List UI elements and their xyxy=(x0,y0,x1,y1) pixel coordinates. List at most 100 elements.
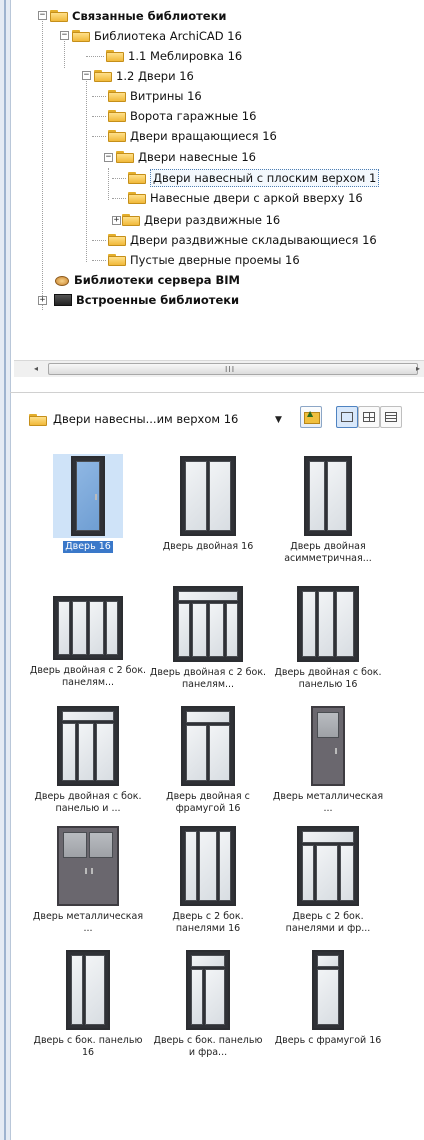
tree-line xyxy=(92,260,106,261)
large-icons-icon xyxy=(341,412,353,422)
thumbnail-selection xyxy=(293,704,363,788)
tree-item-furniture[interactable]: 1.1 Меблировка 16 xyxy=(106,46,242,66)
tree-item-empty-openings[interactable]: Пустые дверные проемы 16 xyxy=(108,250,300,270)
grid-item[interactable]: Дверь двойная с 2 бок. панелям... xyxy=(148,584,268,691)
thumbnail-selection xyxy=(173,948,243,1032)
folder-select[interactable]: Двери навесны...им верхом 16 ▼ xyxy=(24,408,302,432)
grid-item[interactable]: Дверь металлическая ... xyxy=(28,824,148,935)
tree-item-hinged-doors[interactable]: Двери навесные 16 xyxy=(116,147,256,167)
glass-pane xyxy=(209,603,224,657)
item-label: Дверь с фрамугой 16 xyxy=(274,1035,382,1046)
bim-server-icon xyxy=(54,273,70,287)
glass-pane xyxy=(192,603,207,657)
library-objects-grid: Дверь 16 Дверь двойная 16 Дверь двойная … xyxy=(14,448,424,1140)
tree-line xyxy=(92,116,106,117)
tree-item-garage-gates[interactable]: Ворота гаражные 16 xyxy=(108,106,256,126)
grid-item[interactable]: Дверь с 2 бок. панелями и фр... xyxy=(268,824,388,935)
tree-item-label: Пустые дверные проемы 16 xyxy=(130,253,300,267)
item-label: Дверь двойная 16 xyxy=(162,541,254,552)
thumbnail-selection xyxy=(173,824,243,908)
tree-item-hinged-flat-top[interactable]: Двери навесный с плоским верхом 1 xyxy=(128,168,380,188)
tree-line xyxy=(112,178,126,179)
door-thumbnail xyxy=(186,950,230,1030)
transom-pane xyxy=(178,591,238,601)
tree-item-label: Связанные библиотеки xyxy=(72,9,227,23)
glass-pane xyxy=(78,723,94,781)
folder-icon xyxy=(29,414,47,426)
scroll-left-arrow[interactable]: ◂ xyxy=(30,364,42,374)
large-icons-view-button[interactable] xyxy=(336,406,358,428)
expand-toggle[interactable]: + xyxy=(112,216,121,225)
folder-select-value: Двери навесны...им верхом 16 xyxy=(53,412,239,426)
tree-item-embedded-libraries[interactable]: Встроенные библиотеки xyxy=(54,290,239,310)
transom-pane xyxy=(62,711,114,721)
glass-pane xyxy=(316,845,338,901)
glass-pane xyxy=(96,723,114,781)
collapse-toggle[interactable]: − xyxy=(82,71,91,80)
item-label: Дверь 16 xyxy=(63,541,113,553)
tree-item-bim-server[interactable]: Библиотеки сервера BIM xyxy=(54,270,240,290)
grid-item[interactable]: Дверь двойная с бок. панелью и ... xyxy=(28,704,148,815)
tree-item-doors[interactable]: 1.2 Двери 16 xyxy=(94,66,194,86)
door-double-asym-thumbnail xyxy=(304,456,352,536)
glass-pane xyxy=(317,969,339,1025)
tree-item-shop-windows[interactable]: Витрины 16 xyxy=(108,86,202,106)
expand-toggle[interactable]: + xyxy=(38,296,47,305)
item-label: Дверь металлическая ... xyxy=(272,791,384,814)
collapse-toggle[interactable]: − xyxy=(38,11,47,20)
folder-icon xyxy=(50,10,68,22)
folder-icon xyxy=(108,254,126,266)
collapse-toggle[interactable]: − xyxy=(60,31,69,40)
folder-up-button[interactable] xyxy=(300,406,322,428)
item-label: Дверь металлическая ... xyxy=(32,911,144,934)
grid-item[interactable]: Дверь двойная 16 xyxy=(148,454,268,553)
door-thumbnail xyxy=(53,596,123,660)
glass-pane xyxy=(226,603,238,657)
glass-pane xyxy=(209,725,230,781)
folder-icon xyxy=(128,172,146,184)
tree-item-sliding-doors[interactable]: Двери раздвижные 16 xyxy=(122,210,280,230)
grid-item[interactable]: Дверь с бок. панелью и фра... xyxy=(148,948,268,1059)
grid-item[interactable]: Дверь 16 xyxy=(28,454,148,553)
tree-item-hinged-arched-top[interactable]: Навесные двери с аркой вверху 16 xyxy=(128,188,363,208)
tree-item-archicad-library[interactable]: Библиотека ArchiCAD 16 xyxy=(72,26,242,46)
small-icons-view-button[interactable] xyxy=(358,406,380,428)
tree-item-folding-sliding-doors[interactable]: Двери раздвижные складывающиеся 16 xyxy=(108,230,377,250)
scroll-grip: III xyxy=(225,365,236,374)
transom-pane xyxy=(302,831,354,843)
scroll-right-arrow[interactable]: ▸ xyxy=(412,364,424,374)
library-tree[interactable]: − Связанные библиотеки − Библиотека Arch… xyxy=(12,0,424,360)
grid-item[interactable]: Дверь с фрамугой 16 xyxy=(268,948,388,1047)
tree-item-label: Встроенные библиотеки xyxy=(76,293,240,307)
folder-icon xyxy=(72,30,90,42)
folder-icon xyxy=(94,70,112,82)
grid-item[interactable]: Дверь двойная с 2 бок. панелям... xyxy=(28,584,148,689)
grid-item[interactable]: Дверь с 2 бок. панелями 16 xyxy=(148,824,268,935)
grid-item[interactable]: Дверь двойная асимметричная... xyxy=(268,454,388,565)
grid-item[interactable]: Дверь двойная с бок. панелью 16 xyxy=(268,584,388,691)
horizontal-scrollbar[interactable]: ◂ III ▸ xyxy=(14,360,424,377)
folder-icon xyxy=(106,50,124,62)
collapse-toggle[interactable]: − xyxy=(104,153,113,162)
door-thumbnail xyxy=(180,826,236,906)
tree-item-label: Двери раздвижные складывающиеся 16 xyxy=(130,233,377,247)
item-label: Дверь двойная с фрамугой 16 xyxy=(166,791,250,814)
chevron-down-icon[interactable]: ▼ xyxy=(275,415,282,425)
glass-pane xyxy=(63,832,87,858)
grid-item[interactable]: Дверь металлическая ... xyxy=(268,704,388,815)
glass-pane xyxy=(178,603,190,657)
door-thumbnail xyxy=(57,706,119,786)
scroll-thumb[interactable]: III xyxy=(48,363,418,375)
tree-item-linked-libraries[interactable]: Связанные библиотеки xyxy=(50,6,226,26)
thumbnail-selection xyxy=(53,584,123,662)
small-icons-icon xyxy=(363,412,375,422)
tree-item-revolving-doors[interactable]: Двери вращающиеся 16 xyxy=(108,126,277,146)
grid-item[interactable]: Дверь с бок. панелью 16 xyxy=(28,948,148,1059)
door-double-thumbnail xyxy=(180,456,236,536)
glass-pane xyxy=(199,831,217,901)
list-view-button[interactable] xyxy=(380,406,402,428)
thumbnail-selection xyxy=(173,454,243,538)
tree-line xyxy=(92,96,106,97)
item-label: Дверь с 2 бок. панелями 16 xyxy=(172,911,244,934)
grid-item[interactable]: Дверь двойная с фрамугой 16 xyxy=(148,704,268,815)
